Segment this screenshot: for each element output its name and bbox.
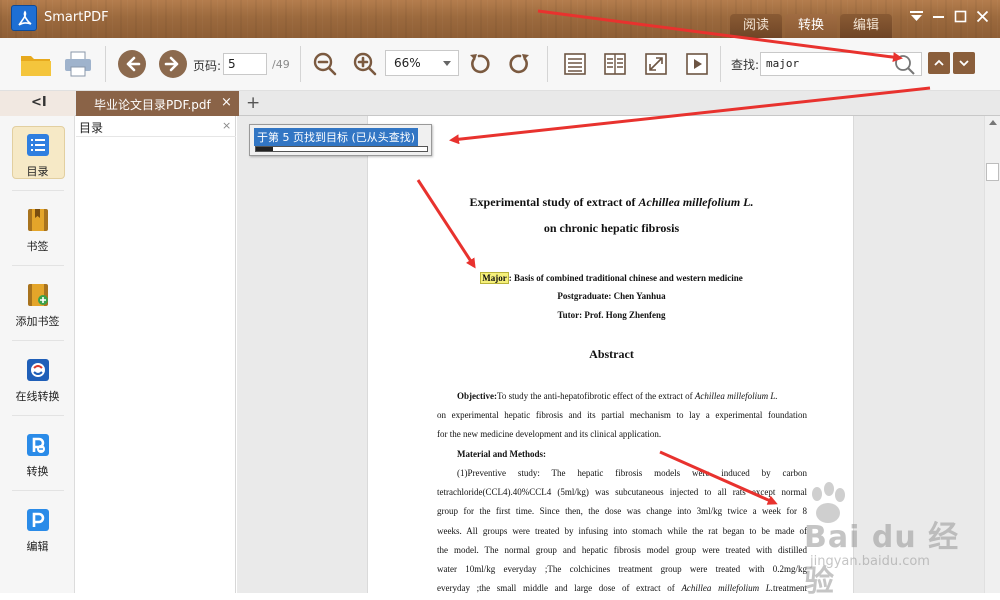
toc-panel-header: 目录 × [76, 116, 236, 137]
single-page-view-icon[interactable] [563, 52, 587, 80]
toc-panel: 目录 × [76, 116, 236, 593]
toolbar-separator [300, 46, 301, 82]
app-logo-icon [11, 5, 37, 31]
find-progress-fill [256, 147, 274, 151]
search-hit-highlight: Major [480, 272, 509, 284]
zoom-out-icon[interactable] [312, 51, 338, 81]
sidebar-item-bookmark[interactable]: 书签 [0, 191, 75, 266]
open-folder-icon[interactable] [20, 50, 52, 82]
toc-icon [27, 134, 49, 156]
toc-panel-title: 目录 [79, 121, 104, 135]
collapse-icon: <I [31, 95, 47, 110]
add-bookmark-icon [27, 284, 49, 306]
methods-heading: Material and Methods: [457, 449, 546, 459]
sidebar-item-convert[interactable]: 转换 [0, 416, 75, 491]
toolbar: 页码: 5 /49 66% 查找: major [0, 38, 1000, 91]
page-total: /49 [272, 58, 290, 71]
paragraph-line: everyday ;the small middle and large dos… [437, 583, 807, 593]
add-tab-button[interactable]: + [246, 93, 260, 113]
page-label: 页码: [193, 59, 222, 73]
mode-tabs: 阅读 转换 编辑 [730, 14, 892, 38]
page-number-input[interactable]: 5 [223, 53, 267, 75]
sidebar-item-online-convert[interactable]: 在线转换 [0, 341, 75, 416]
left-sidebar: 目录 书签 添加书签 在线转换 转换 编辑 [0, 116, 75, 593]
paragraph-line: (1)Preventive study: The hepatic fibrosi… [457, 468, 807, 478]
sidebar-item-label: 在线转换 [15, 390, 60, 403]
pdf-page: Experimental study of extract of Achille… [367, 116, 854, 593]
tab-edit[interactable]: 编辑 [840, 14, 892, 38]
bookmark-icon [27, 209, 49, 231]
paragraph-line: the model. The normal group and hepatic … [437, 545, 807, 555]
convert-icon [27, 434, 49, 456]
sidebar-item-label: 书签 [26, 240, 49, 253]
chevron-down-icon [959, 60, 969, 67]
zoom-in-icon[interactable] [352, 51, 378, 81]
objective-line: Objective:To study the anti-hepatofibrot… [457, 391, 778, 401]
paragraph-line: on experimental hepatic fibrosis and its… [437, 410, 807, 420]
document-tab-title: 毕业论文目录PDF.pdf [94, 98, 211, 112]
paragraph-line: group for the first time. Since then, th… [437, 506, 807, 516]
window-controls [908, 8, 991, 25]
toolbar-separator [105, 46, 106, 82]
find-previous-button[interactable] [928, 52, 950, 74]
paragraph-line: water 10ml/kg everyday ;The colchicines … [437, 564, 807, 574]
document-tab[interactable]: 毕业论文目录PDF.pdf × [76, 91, 239, 116]
sidebar-item-label: 目录 [26, 165, 49, 178]
zoom-value: 66% [394, 56, 421, 70]
collapse-sidebar-button[interactable]: <I [0, 91, 75, 116]
document-tab-bar: <I 毕业论文目录PDF.pdf × + [0, 91, 1000, 116]
two-page-view-icon[interactable] [603, 52, 627, 80]
tab-convert[interactable]: 转换 [785, 14, 837, 38]
scrollbar-thumb[interactable] [986, 163, 999, 181]
search-icon[interactable] [893, 53, 917, 81]
scroll-up-icon[interactable] [989, 120, 997, 125]
sidebar-item-add-bookmark[interactable]: 添加书签 [0, 266, 75, 341]
sidebar-item-toc[interactable]: 目录 [0, 116, 75, 191]
title-bar: SmartPDF 阅读 转换 编辑 [0, 0, 1000, 38]
paper-title-line1: Experimental study of extract of Achille… [469, 195, 754, 209]
paragraph-line: tetrachloride(CCL4).40%CCL4 (5ml/kg) was… [437, 487, 807, 497]
maximize-icon[interactable] [952, 8, 969, 25]
online-convert-icon [27, 359, 49, 381]
close-tab-icon[interactable]: × [221, 95, 232, 110]
zoom-select[interactable]: 66% [385, 50, 459, 76]
major-line: Major: Basis of combined traditional chi… [480, 272, 743, 284]
tutor-line: Tutor: Prof. Hong Zhenfeng [557, 310, 666, 320]
tab-read[interactable]: 阅读 [730, 14, 782, 38]
next-page-icon[interactable] [159, 50, 187, 78]
find-result-message: 于第 5 页找到目标 (已从头查找) [254, 128, 419, 146]
find-result-popup: 于第 5 页找到目标 (已从头查找) [249, 124, 432, 156]
close-window-icon[interactable] [974, 8, 991, 25]
rotate-left-icon[interactable] [466, 51, 492, 81]
app-title: SmartPDF [44, 10, 109, 25]
search-label: 查找: [731, 58, 760, 72]
chevron-down-icon [443, 61, 451, 66]
sidebar-item-label: 编辑 [26, 540, 49, 553]
edit-icon [27, 509, 49, 531]
paper-title-line2: on chronic hepatic fibrosis [543, 221, 680, 235]
sidebar-item-edit[interactable]: 编辑 [0, 491, 75, 566]
fullscreen-icon[interactable] [644, 52, 668, 80]
abstract-heading: Abstract [589, 347, 634, 361]
close-icon[interactable]: × [222, 119, 231, 132]
rotate-right-icon[interactable] [507, 51, 533, 81]
postgraduate-line: Postgraduate: Chen Yanhua [557, 291, 666, 301]
previous-page-icon[interactable] [118, 50, 146, 78]
sidebar-item-label: 添加书签 [15, 315, 60, 328]
find-next-button[interactable] [953, 52, 975, 74]
toolbar-separator [547, 46, 548, 82]
toolbar-separator [720, 46, 721, 82]
dropdown-menu-icon[interactable] [908, 8, 925, 25]
sidebar-item-label: 转换 [26, 465, 49, 478]
slideshow-play-icon[interactable] [685, 52, 709, 80]
paragraph-line: for the new medicine development and its… [437, 429, 662, 439]
find-progress-bar [255, 146, 428, 152]
watermark-url: jingyan.baidu.com [810, 554, 930, 569]
paragraph-line: weeks. All groups were treated by infusi… [437, 526, 807, 536]
vertical-scrollbar[interactable] [984, 116, 1000, 593]
minimize-icon[interactable] [930, 8, 947, 25]
chevron-up-icon [934, 59, 944, 66]
print-icon[interactable] [63, 50, 93, 82]
